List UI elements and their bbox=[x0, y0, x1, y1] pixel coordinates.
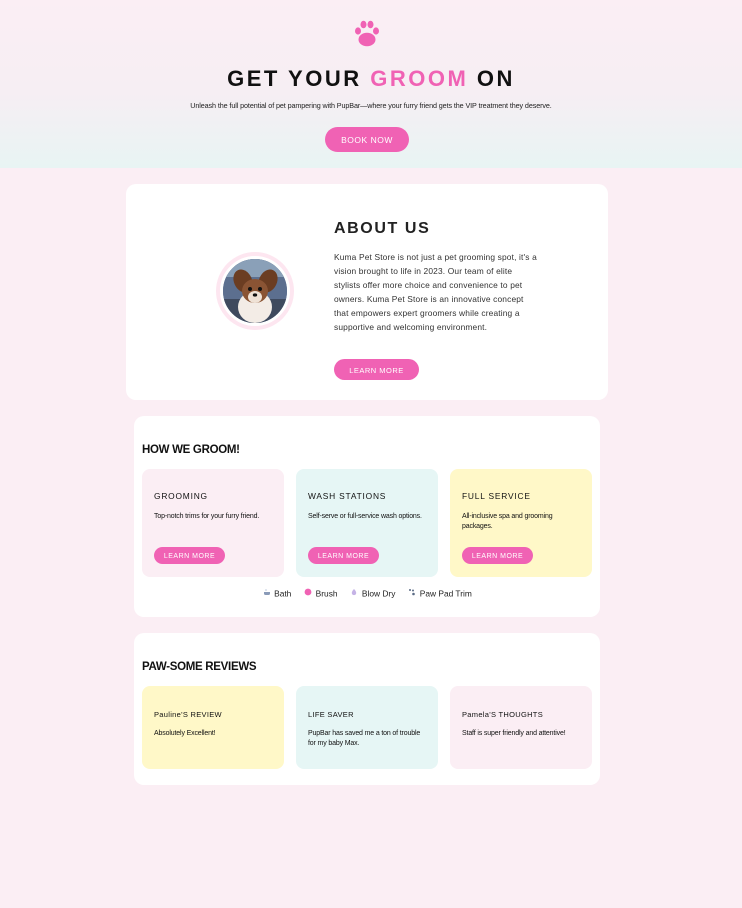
about-photo-frame bbox=[216, 252, 296, 332]
review-title: LIFE SAVER bbox=[308, 710, 354, 719]
hero-subtitle: Unleash the full potential of pet pamper… bbox=[190, 101, 552, 110]
reviews-section: PAW-SOME REVIEWS Pauline'S REVIEW Absolu… bbox=[134, 633, 600, 785]
paw-icon bbox=[355, 20, 379, 47]
groom-section: HOW WE GROOM! GROOMING Top-notch trims f… bbox=[134, 416, 600, 617]
review-card: Pauline'S REVIEW Absolutely Excellent! bbox=[142, 686, 284, 769]
hero-title: GET YOUR GROOM ON bbox=[0, 66, 742, 92]
card-grooming: GROOMING Top-notch trims for your furry … bbox=[142, 469, 284, 577]
review-card: Pamela'S THOUGHTS Staff is super friendl… bbox=[450, 686, 592, 769]
service-paw-pad-trim: Paw Pad Trim bbox=[408, 588, 472, 599]
dog-illustration bbox=[223, 259, 287, 323]
blow-dry-icon bbox=[350, 588, 359, 598]
service-brush: Brush bbox=[304, 588, 338, 599]
about-section: ABOUT US Kuma Pet Store is not just a pe… bbox=[126, 184, 608, 400]
review-text: Staff is super friendly and attentive! bbox=[462, 730, 566, 737]
review-title: Pamela'S THOUGHTS bbox=[462, 710, 543, 719]
groom-title: HOW WE GROOM! bbox=[142, 444, 240, 456]
dog-photo bbox=[220, 256, 290, 326]
about-title: ABOUT US bbox=[334, 220, 431, 237]
hero: GET YOUR GROOM ON Unleash the full poten… bbox=[0, 0, 742, 168]
hero-title-accent: GROOM bbox=[370, 66, 469, 91]
card-title: FULL SERVICE bbox=[462, 491, 531, 501]
full-service-learn-more-button[interactable]: LEARN MORE bbox=[462, 547, 533, 564]
review-card: LIFE SAVER PupBar has saved me a ton of … bbox=[296, 686, 438, 769]
about-body: Kuma Pet Store is not just a pet groomin… bbox=[334, 252, 537, 332]
wash-stations-learn-more-button[interactable]: LEARN MORE bbox=[308, 547, 379, 564]
review-title: Pauline'S REVIEW bbox=[154, 710, 222, 719]
card-full-service: FULL SERVICE All-inclusive spa and groom… bbox=[450, 469, 592, 577]
card-text: Self-serve or full-service wash options. bbox=[308, 513, 422, 520]
about-learn-more-button[interactable]: LEARN MORE bbox=[334, 359, 419, 380]
hero-title-part1: GET YOUR bbox=[227, 66, 371, 91]
book-now-button[interactable]: BOOK NOW bbox=[325, 127, 409, 152]
brush-icon bbox=[304, 588, 313, 598]
card-text: All-inclusive spa and grooming packages. bbox=[462, 513, 553, 530]
hero-title-part2: ON bbox=[468, 66, 515, 91]
reviews-title: PAW-SOME REVIEWS bbox=[142, 661, 257, 673]
paw-pad-icon bbox=[408, 588, 417, 598]
card-title: GROOMING bbox=[154, 491, 208, 501]
review-text: Absolutely Excellent! bbox=[154, 730, 216, 737]
bath-icon bbox=[262, 588, 271, 598]
card-text: Top-notch trims for your furry friend. bbox=[154, 513, 260, 520]
service-label: Paw Pad Trim bbox=[419, 588, 472, 599]
service-label: Blow Dry bbox=[361, 588, 396, 599]
review-text: PupBar has saved me a ton of trouble for… bbox=[308, 730, 421, 747]
service-label: Brush bbox=[315, 588, 338, 599]
service-bath: Bath bbox=[262, 588, 291, 599]
grooming-learn-more-button[interactable]: LEARN MORE bbox=[154, 547, 225, 564]
card-wash-stations: WASH STATIONS Self-serve or full-service… bbox=[296, 469, 438, 577]
card-title: WASH STATIONS bbox=[308, 491, 387, 501]
service-label: Bath bbox=[274, 588, 292, 599]
services-list: Bath Brush Blow Dry Paw Pad Trim bbox=[134, 588, 600, 599]
service-blow-dry: Blow Dry bbox=[350, 588, 396, 599]
